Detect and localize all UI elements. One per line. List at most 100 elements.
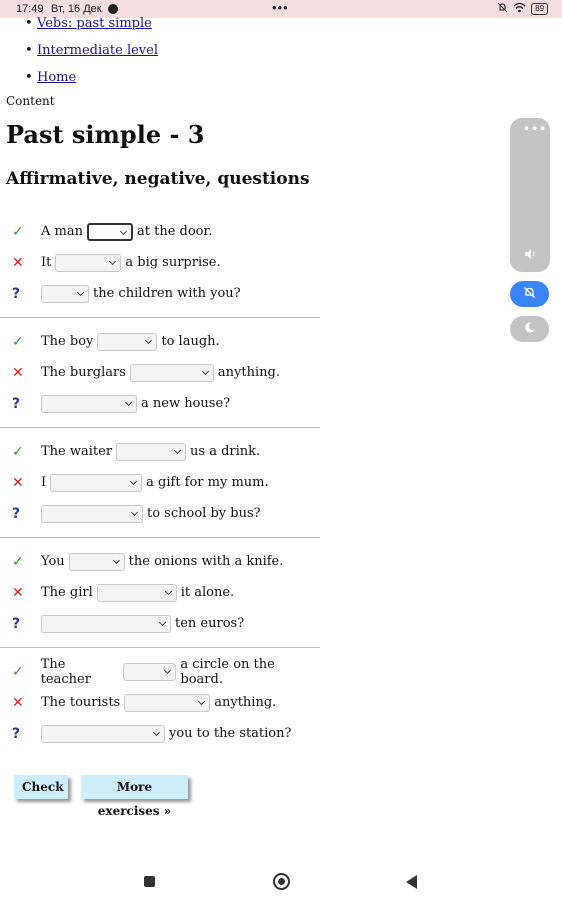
answer-select[interactable] (116, 442, 187, 461)
answer-select[interactable] (41, 504, 143, 523)
exercise-row: ✕ The burglars anything. (12, 357, 320, 388)
answer-select[interactable] (86, 222, 133, 241)
nav-item-verbs: Vebs: past simple (25, 10, 560, 37)
sentence-start: The boy (41, 334, 94, 349)
check-button[interactable]: Check (14, 775, 68, 799)
sentence-start: The girl (41, 585, 93, 600)
more-exercises-button[interactable]: More exercises » (81, 775, 188, 818)
cross-icon: ✕ (12, 364, 24, 381)
page-title: Past simple - 3 (6, 120, 205, 149)
checkmark-icon: ✓ (12, 223, 24, 240)
checkmark-icon: ✓ (12, 553, 24, 570)
sentence-start: You (41, 554, 65, 569)
sentence-end: ten euros? (175, 616, 245, 631)
question-icon: ? (12, 505, 21, 522)
exercise-row: ✕ The tourists anything. (12, 687, 320, 718)
sentence-end: to school by bus? (147, 506, 261, 521)
sentence-end: a gift for my mum. (146, 475, 269, 490)
sentence-end: the children with you? (93, 286, 241, 301)
answer-select[interactable] (41, 614, 171, 633)
checkmark-icon: ✓ (12, 443, 24, 460)
sentence-start: It (41, 255, 52, 270)
question-icon: ? (12, 725, 21, 742)
exercise-row: ✕ It a big surprise. (12, 247, 320, 278)
sentence-end: it alone. (180, 585, 235, 600)
exercise-group: ✓ The waiter us a drink. ✕ I a gift for … (0, 427, 320, 537)
nav-link-home[interactable]: Home (37, 70, 76, 85)
panel-menu-dots[interactable]: ••• (523, 122, 547, 136)
page-subtitle: Affirmative, negative, questions (6, 169, 310, 189)
answer-select[interactable] (41, 394, 137, 413)
cross-icon: ✕ (12, 584, 24, 601)
question-icon: ? (12, 615, 21, 632)
sentence-start: The tourists (41, 695, 121, 710)
moon-icon (523, 321, 536, 338)
checkmark-icon: ✓ (12, 663, 24, 680)
sentence-start: The waiter (41, 444, 113, 459)
answer-select[interactable] (124, 693, 211, 712)
answer-select[interactable] (55, 253, 122, 272)
answer-select[interactable] (68, 552, 125, 571)
checkmark-icon: ✓ (12, 333, 24, 350)
sentence-start: The burglars (41, 365, 126, 380)
home-button[interactable] (273, 873, 290, 890)
sentence-end: at the door. (136, 224, 213, 239)
exercise-form: ✓ A man at the door. ✕ It a big surprise… (0, 213, 330, 757)
answer-select[interactable] (97, 332, 158, 351)
breadcrumb-nav: Vebs: past simple Intermediate level Hom… (0, 10, 560, 91)
exercise-row: ✓ The teacher a circle on the board. (12, 656, 320, 687)
answer-select[interactable] (41, 284, 89, 303)
exercise-row: ? you to the station? (12, 718, 320, 749)
exercise-row: ✓ A man at the door. (12, 216, 320, 247)
bell-off-icon (523, 286, 536, 303)
exercise-group: ✓ A man at the door. ✕ It a big surprise… (0, 213, 320, 317)
dark-mode-toggle[interactable] (510, 316, 549, 342)
recents-button[interactable] (144, 876, 155, 887)
sentence-end: you to the station? (169, 726, 292, 741)
nav-list: Vebs: past simple Intermediate level Hom… (0, 10, 560, 91)
question-icon: ? (12, 395, 21, 412)
exercise-row: ✓ The boy to laugh. (12, 326, 320, 357)
answer-select[interactable] (50, 473, 143, 492)
nav-item-home: Home (25, 64, 560, 91)
cross-icon: ✕ (12, 254, 24, 271)
exercise-row: ? ten euros? (12, 608, 320, 639)
exercise-group: ✓ The teacher a circle on the board. ✕ T… (0, 647, 320, 757)
exercise-row: ✓ The waiter us a drink. (12, 436, 320, 467)
question-icon: ? (12, 285, 21, 302)
exercise-row: ✕ The girl it alone. (12, 577, 320, 608)
sentence-end: anything. (217, 365, 280, 380)
sentence-end: a circle on the board. (180, 656, 275, 687)
volume-panel[interactable]: ••• (510, 118, 550, 272)
exercise-row: ✓ You the onions with a knife. (12, 546, 320, 577)
answer-select[interactable] (129, 363, 214, 382)
mute-toggle[interactable] (510, 281, 549, 307)
sentence-end: anything. (214, 695, 277, 710)
nav-link-intermediate-level[interactable]: Intermediate level (37, 43, 158, 58)
sentence-start: A man (41, 224, 83, 239)
answer-select[interactable] (122, 662, 177, 681)
exercise-group: ✓ The boy to laugh. ✕ The burglars anyth… (0, 317, 320, 427)
sentence-end: a new house? (141, 396, 231, 411)
nav-item-intermediate: Intermediate level (25, 37, 560, 64)
system-nav-bar (0, 866, 562, 900)
speaker-icon (524, 248, 536, 263)
sentence-start: The teacher (40, 656, 91, 687)
nav-link-verbs-past-simple[interactable]: Vebs: past simple (37, 16, 152, 31)
exercise-row: ? the children with you? (12, 278, 320, 309)
sentence-end: us a drink. (190, 444, 261, 459)
content-label: Content (6, 94, 55, 108)
sentence-end: to laugh. (161, 334, 220, 349)
cross-icon: ✕ (12, 694, 24, 711)
answer-select[interactable] (41, 724, 165, 743)
back-button[interactable] (406, 875, 417, 889)
exercise-row: ? to school by bus? (12, 498, 320, 529)
exercise-group: ✓ You the onions with a knife. ✕ The gir… (0, 537, 320, 647)
sentence-start: I (41, 475, 47, 490)
sentence-end: the onions with a knife. (128, 554, 284, 569)
exercise-row: ? a new house? (12, 388, 320, 419)
cross-icon: ✕ (12, 474, 24, 491)
exercise-row: ✕ I a gift for my mum. (12, 467, 320, 498)
sentence-end: a big surprise. (125, 255, 221, 270)
answer-select[interactable] (96, 583, 177, 602)
